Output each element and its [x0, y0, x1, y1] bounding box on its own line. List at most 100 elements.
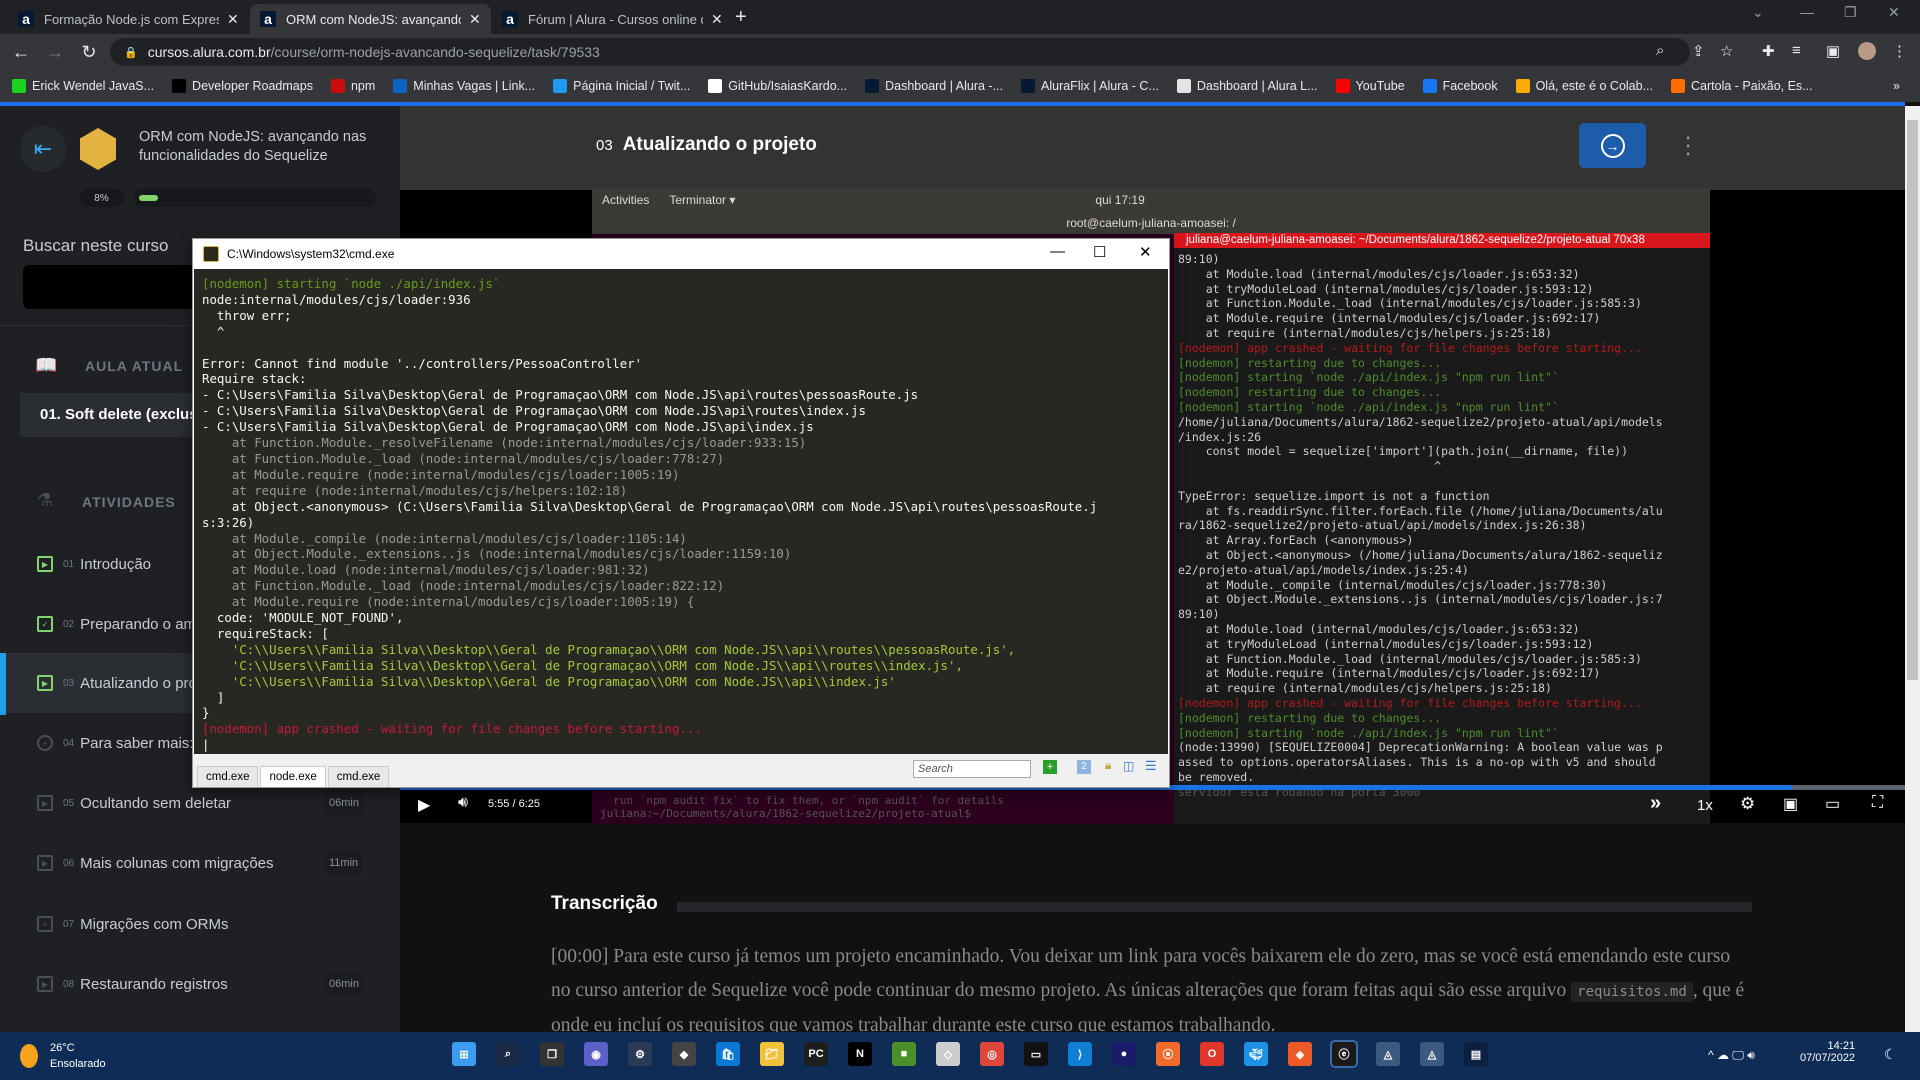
split-view-icon[interactable]: ◫	[1123, 759, 1134, 773]
bookmark-item[interactable]: AluraFlix | Alura - C...	[1021, 79, 1159, 93]
mysql-shell-icon[interactable]: ▤	[1464, 1042, 1488, 1066]
app-icon[interactable]: ◇	[936, 1042, 960, 1066]
tab-search-icon[interactable]: ⌄	[1752, 4, 1764, 21]
bookmark-item[interactable]: GitHub/IsaiasKardo...	[708, 79, 847, 93]
task-view-icon[interactable]: ❐	[540, 1042, 564, 1066]
volume-icon[interactable]: 🔊︎	[458, 794, 468, 812]
file-explorer-icon[interactable]: 📁︎	[760, 1042, 784, 1066]
focus-assist-icon[interactable]: ☾	[1884, 1046, 1897, 1063]
new-console-icon[interactable]: +	[1043, 760, 1057, 774]
terminal-icon[interactable]: ▭	[1024, 1042, 1048, 1066]
more-options-icon[interactable]: · · ·	[1683, 126, 1693, 164]
speed-button[interactable]: 1x	[1697, 797, 1713, 814]
settings-icon[interactable]: ⚙	[628, 1042, 652, 1066]
close-tab-icon[interactable]: ✕	[227, 11, 239, 28]
unity-icon[interactable]: ◆	[672, 1042, 696, 1066]
close-tab-icon[interactable]: ✕	[469, 11, 481, 28]
page-scrollbar[interactable]	[1905, 106, 1920, 1056]
close-tab-icon[interactable]: ✕	[711, 11, 723, 28]
lesson-item[interactable]: ≡ 07 Migrações com ORMs	[0, 894, 400, 954]
cmd-maximize-icon[interactable]: ☐	[1093, 243, 1106, 261]
bookmark-item[interactable]: Cartola - Paixão, Es...	[1671, 79, 1813, 93]
browser-tab-2[interactable]: a Fórum | Alura - Cursos online de ✕	[492, 4, 733, 34]
bookmark-item[interactable]: Olá, este é o Colab...	[1515, 79, 1653, 93]
vscode-icon[interactable]: ⟩	[1068, 1042, 1092, 1066]
bookmark-favicon-icon	[172, 79, 187, 93]
video-icon: ▶	[37, 976, 53, 992]
browser-tab-1[interactable]: aORM com NodeJS: avançando na✕	[250, 4, 491, 34]
office-icon[interactable]: O	[1200, 1042, 1224, 1066]
bookmark-item[interactable]: Dashboard | Alura L...	[1176, 79, 1318, 93]
maximize-icon[interactable]: ❐	[1844, 4, 1857, 21]
bookmark-item[interactable]: Minhas Vagas | Link...	[393, 79, 535, 93]
pycharm-icon[interactable]: PC	[804, 1042, 828, 1066]
bookmark-item[interactable]: Dashboard | Alura -...	[865, 79, 1003, 93]
search-icon[interactable]: ⌕	[496, 1042, 520, 1066]
cmd-minimize-icon[interactable]: —	[1050, 243, 1065, 260]
minimize-icon[interactable]: —	[1800, 4, 1814, 20]
cmd-tab-0[interactable]: cmd.exe	[197, 766, 259, 787]
terminal-line: (node:13990) [SEQUELIZE0004] Deprecation…	[1178, 740, 1663, 755]
skip-forward-icon[interactable]: »	[1650, 792, 1661, 815]
weather-desc[interactable]: Ensolarado	[50, 1058, 106, 1070]
next-lesson-button[interactable]: →	[1579, 123, 1646, 168]
settings-gear-icon[interactable]: ⚙	[1740, 794, 1755, 814]
reading-list-icon[interactable]: ≡	[1792, 42, 1801, 59]
bookmarks-overflow-button[interactable]: »	[1893, 79, 1900, 93]
bookmark-item[interactable]: npm	[330, 79, 375, 93]
cmd-tab-2[interactable]: cmd.exe	[327, 766, 390, 787]
lesson-item[interactable]: ▶ 08 Restaurando registros 06min	[0, 954, 400, 1014]
play-icon[interactable]: ▶	[418, 795, 430, 815]
docker-icon[interactable]: 🐳︎	[1244, 1042, 1268, 1066]
cmd-menu-icon[interactable]: ☰	[1145, 758, 1157, 774]
bookmark-item[interactable]: YouTube	[1335, 79, 1405, 93]
cmd-close-icon[interactable]: ✕	[1139, 243, 1152, 261]
scrollbar-thumb[interactable]	[1907, 120, 1918, 680]
cmd-tab-1[interactable]: node.exe	[260, 766, 326, 787]
back-icon[interactable]: ←	[4, 42, 38, 63]
browser-tab-0[interactable]: a Formação Node.js com Express | ✕	[8, 4, 249, 34]
collapse-sidebar-button[interactable]: ⇤	[20, 126, 66, 172]
cmd-output[interactable]: [nodemon] starting `node ./api/index.js`…	[194, 269, 1168, 754]
bookmark-item[interactable]: Facebook	[1422, 79, 1498, 93]
eclipse-icon[interactable]: ●	[1112, 1042, 1136, 1066]
lock-icon[interactable]: 🔒︎	[1105, 758, 1111, 773]
new-tab-button[interactable]: +	[735, 6, 747, 29]
mysql-workbench-2-icon[interactable]: ◬	[1420, 1042, 1444, 1066]
taskbar-clock[interactable]: 14:21 07/07/2022	[1800, 1040, 1855, 1064]
menu-icon[interactable]: ⋮	[1892, 42, 1907, 60]
bookmark-star-icon[interactable]: ☆	[1720, 42, 1733, 60]
start-icon[interactable]: ⊞	[452, 1042, 476, 1066]
lesson-item[interactable]: ▶ 06 Mais colunas com migrações 11min	[0, 833, 400, 893]
postman-icon[interactable]: ⦿	[1156, 1042, 1180, 1066]
mysql-workbench-icon[interactable]: ◬	[1376, 1042, 1400, 1066]
weather-sun-icon[interactable]	[20, 1044, 38, 1068]
bookmark-item[interactable]: Erick Wendel JavaS...	[12, 79, 154, 93]
weather-temp[interactable]: 26°C	[50, 1042, 75, 1054]
profile-avatar[interactable]	[1858, 42, 1876, 60]
cmd-search-input[interactable]: Search	[913, 760, 1031, 778]
miniplayer-icon[interactable]: ▣	[1783, 794, 1798, 814]
forward-icon[interactable]: →	[38, 42, 72, 63]
tray-icons[interactable]: ^ ☁ 🖵 🔊︎	[1708, 1048, 1755, 1063]
chrome-icon[interactable]: ◎	[980, 1042, 1004, 1066]
console-count-icon[interactable]: 2	[1077, 760, 1091, 774]
close-window-icon[interactable]: ✕	[1888, 4, 1900, 21]
address-bar[interactable]: 🔒 cursos.alura.com.br/course/orm-nodejs-…	[110, 38, 1690, 66]
netflix-icon[interactable]: N	[848, 1042, 872, 1066]
teams-icon[interactable]: ◉	[584, 1042, 608, 1066]
bookmark-item[interactable]: Developer Roadmaps	[172, 79, 313, 93]
git-icon[interactable]: ◈	[1288, 1042, 1312, 1066]
side-panel-icon[interactable]: ▣	[1826, 42, 1840, 60]
fullscreen-icon[interactable]: ⛶	[1872, 794, 1883, 812]
store-icon[interactable]: 🛍︎	[716, 1042, 740, 1066]
reload-icon[interactable]: ↻	[72, 42, 106, 63]
bookmark-item[interactable]: Página Inicial / Twit...	[553, 79, 690, 93]
conemu-icon[interactable]: ⓔ	[1330, 1040, 1358, 1068]
minecraft-icon[interactable]: ■	[892, 1042, 916, 1066]
share-icon[interactable]: ⇪	[1692, 42, 1705, 60]
zoom-icon[interactable]: ⌕	[1656, 42, 1664, 59]
console-cursor: |	[202, 737, 210, 753]
theater-mode-icon[interactable]: ▭	[1825, 794, 1840, 814]
extensions-icon[interactable]: ✚	[1762, 42, 1775, 60]
